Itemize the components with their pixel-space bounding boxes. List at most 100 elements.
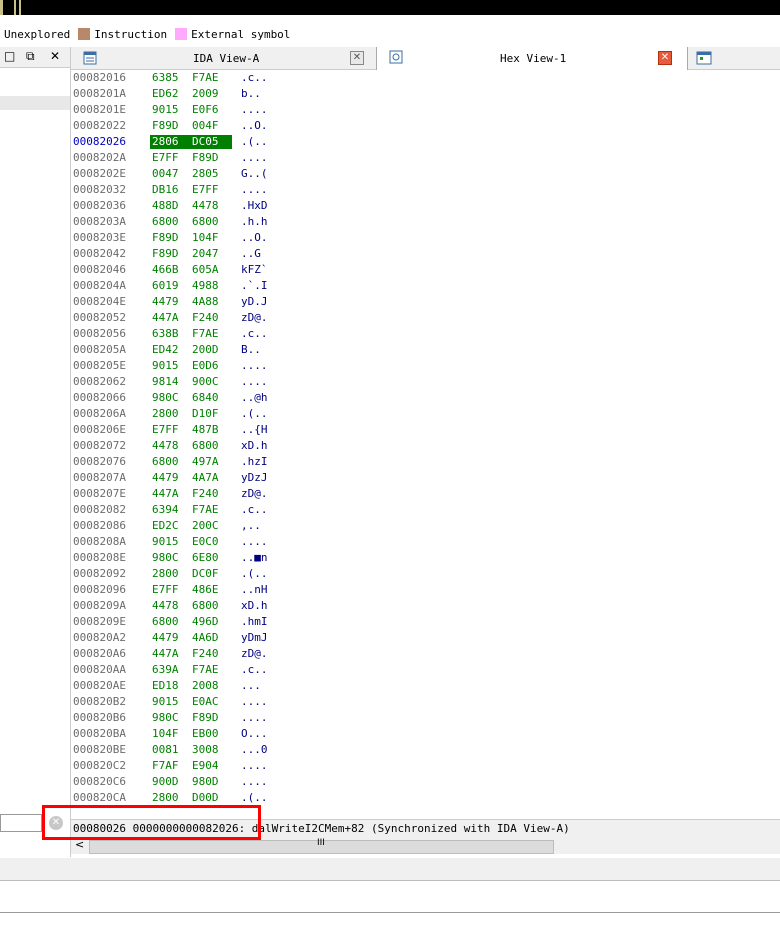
hex-bytes[interactable]: 6E80 [192, 550, 219, 566]
hex-bytes[interactable]: F89D [152, 118, 179, 134]
hex-bytes[interactable]: F7AE [192, 70, 219, 86]
hex-ascii[interactable]: kFZ` [241, 262, 268, 278]
hex-bytes[interactable]: 6800 [152, 454, 179, 470]
hex-bytes[interactable]: 4A6D [192, 630, 219, 646]
hex-bytes[interactable]: E7FF [152, 582, 179, 598]
hex-row[interactable]: 000820A2 4479 4A6D yDmJ [71, 630, 780, 646]
hex-ascii[interactable]: .... [241, 102, 268, 118]
hex-bytes[interactable]: E7FF [192, 182, 219, 198]
hex-bytes[interactable]: E904 [192, 758, 219, 774]
hex-view[interactable]: 00082016 6385 F7AE .c.. 0008201A ED62 2009 b.. 0… [71, 70, 780, 818]
hex-row[interactable]: 00082042 F89D 2047 ..G [71, 246, 780, 262]
hex-bytes[interactable]: E0D6 [192, 358, 219, 374]
hex-bytes[interactable]: 6800 [192, 214, 219, 230]
hex-bytes[interactable]: 9015 [152, 102, 179, 118]
hex-bytes[interactable]: 6385 [152, 70, 179, 86]
hex-bytes[interactable]: 104F [152, 726, 179, 742]
hex-ascii[interactable]: yD.J [241, 294, 268, 310]
hex-bytes[interactable]: 980D [192, 774, 219, 790]
hex-row[interactable]: 00082086 ED2C 200C,.. [71, 518, 780, 534]
hex-bytes[interactable]: DB16 [152, 182, 179, 198]
hex-bytes[interactable]: 9015 [152, 358, 179, 374]
hex-row[interactable]: 00082026 2806 DC05 .(.. [71, 134, 780, 150]
hex-row[interactable]: 00082056 638B F7AE .c.. [71, 326, 780, 342]
hex-row[interactable]: 0008203E F89D 104F ..O. [71, 230, 780, 246]
hex-bytes[interactable]: 004F [192, 118, 219, 134]
hex-row[interactable]: 0008209A 4478 6800 xD.h [71, 598, 780, 614]
hex-bytes[interactable]: 0047 [152, 166, 179, 182]
hex-bytes[interactable]: 2806 [152, 134, 179, 150]
hex-bytes[interactable]: E7FF [152, 150, 179, 166]
hex-bytes[interactable]: ED62 [152, 86, 179, 102]
hex-bytes[interactable]: 486E [192, 582, 219, 598]
hex-bytes[interactable]: F89D [192, 150, 219, 166]
hex-bytes[interactable]: D00D [192, 790, 219, 806]
hex-row[interactable]: 00082052 447A F240 zD@. [71, 310, 780, 326]
hex-row[interactable]: 0008201E 9015 E0F6.... [71, 102, 780, 118]
hex-bytes[interactable]: D10F [192, 406, 219, 422]
close-icon[interactable]: ✕ [350, 51, 364, 65]
horizontal-scrollbar[interactable]: < III [71, 838, 780, 854]
tab-structures[interactable] [686, 47, 780, 69]
hex-ascii[interactable]: ..nH [241, 582, 268, 598]
hex-bytes[interactable]: 4478 [152, 598, 179, 614]
hex-row[interactable]: 0008202E 0047 2805 G..( [71, 166, 780, 182]
hex-row[interactable]: 000820A6 447A F240 zD@. [71, 646, 780, 662]
hex-ascii[interactable]: .... [241, 150, 268, 166]
hex-bytes[interactable]: F7AE [192, 502, 219, 518]
hex-row[interactable]: 0008204E 4479 4A88 yD.J [71, 294, 780, 310]
hex-row[interactable]: 0008202A E7FF F89D.... [71, 150, 780, 166]
hex-bytes[interactable]: ED42 [152, 342, 179, 358]
left-panel-selected-row[interactable] [0, 96, 70, 110]
hex-row[interactable]: 0008209E 6800 496D .hmI [71, 614, 780, 630]
hex-row[interactable]: 0008208E 980C 6E80 ..■n [71, 550, 780, 566]
hex-row[interactable]: 00082046 466B 605A kFZ` [71, 262, 780, 278]
hex-bytes[interactable]: EB00 [192, 726, 219, 742]
hex-row[interactable]: 00082072 4478 6800 xD.h [71, 438, 780, 454]
hex-bytes[interactable]: 4479 [152, 294, 179, 310]
hex-bytes[interactable]: E7FF [152, 422, 179, 438]
hex-bytes[interactable]: 200D [192, 342, 219, 358]
hex-bytes[interactable]: F240 [192, 310, 219, 326]
hex-row[interactable]: 0008208A 9015 E0C0.... [71, 534, 780, 550]
restore-icon[interactable]: □ [4, 49, 15, 63]
hex-ascii[interactable]: xD.h [241, 598, 268, 614]
hex-bytes[interactable]: 980C [152, 710, 179, 726]
hex-ascii[interactable]: .... [241, 534, 268, 550]
hex-ascii[interactable]: .(.. [241, 406, 268, 422]
hex-ascii[interactable]: yDzJ [241, 470, 268, 486]
hex-row[interactable]: 0008201A ED62 2009 b.. [71, 86, 780, 102]
hex-ascii[interactable]: .... [241, 374, 268, 390]
hex-ascii[interactable]: .(.. [241, 790, 268, 806]
float-icon[interactable]: ⧉ [26, 49, 35, 64]
hex-ascii[interactable]: b.. [241, 86, 261, 102]
hex-bytes[interactable]: 2009 [192, 86, 219, 102]
hex-bytes[interactable]: DC0F [192, 566, 219, 582]
hex-row[interactable]: 0008206E E7FF 487B ..{H [71, 422, 780, 438]
hex-bytes[interactable]: 6019 [152, 278, 179, 294]
hex-bytes[interactable]: 4988 [192, 278, 219, 294]
hex-ascii[interactable]: .... [241, 710, 268, 726]
hex-bytes[interactable]: 6394 [152, 502, 179, 518]
hex-bytes[interactable]: F89D [152, 246, 179, 262]
hex-bytes[interactable]: 2800 [152, 790, 179, 806]
hex-bytes[interactable]: 2047 [192, 246, 219, 262]
hex-row[interactable]: 0008207A 4479 4A7A yDzJ [71, 470, 780, 486]
hex-bytes[interactable]: 605A [192, 262, 219, 278]
hex-ascii[interactable]: zD@. [241, 310, 268, 326]
hex-ascii[interactable]: ...0 [241, 742, 268, 758]
hex-row[interactable]: 000820BE 0081 3008 ...0 [71, 742, 780, 758]
hex-ascii[interactable]: .c.. [241, 70, 268, 86]
hex-bytes[interactable]: 447A [152, 486, 179, 502]
hex-ascii[interactable]: .`.I [241, 278, 268, 294]
hex-bytes[interactable]: F240 [192, 646, 219, 662]
hex-ascii[interactable]: ..{H [241, 422, 268, 438]
hex-row[interactable]: 00082082 6394 F7AE .c.. [71, 502, 780, 518]
hex-bytes[interactable]: F89D [192, 710, 219, 726]
close-icon[interactable]: ✕ [50, 49, 60, 63]
hex-ascii[interactable]: .c.. [241, 326, 268, 342]
hex-row[interactable]: 00082036 488D 4478 .HxD [71, 198, 780, 214]
hex-bytes[interactable]: ED18 [152, 678, 179, 694]
hex-bytes[interactable]: 487B [192, 422, 219, 438]
hex-bytes[interactable]: 447A [152, 646, 179, 662]
